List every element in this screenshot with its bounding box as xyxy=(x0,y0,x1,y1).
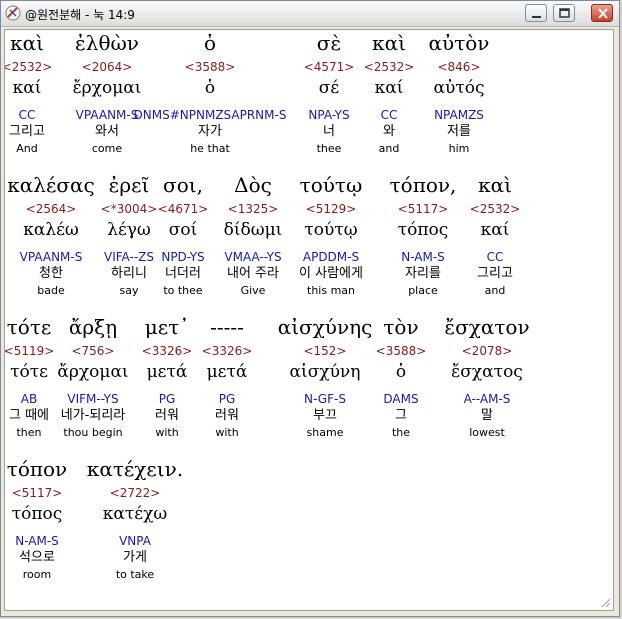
close-icon xyxy=(598,8,608,19)
greek-word: αὐτὸν xyxy=(428,31,490,55)
korean-gloss: 그리고 xyxy=(477,266,513,281)
morphology-code: CC xyxy=(486,250,504,264)
verse-line: τόπον <5117> τόπος N-AM-S 석으로 room κατέχειν. <2… xyxy=(5,456,613,596)
korean-gloss: 말 xyxy=(481,408,493,423)
english-gloss: him xyxy=(448,142,470,155)
minimize-icon xyxy=(532,16,541,18)
word-column[interactable]: ἔσχατον <2078> ἔσχατος A--AM-S 말 lowest xyxy=(437,314,537,454)
korean-gloss: 저를 xyxy=(447,124,471,139)
title-bar[interactable]: @원전분해 - 눅 14:9 xyxy=(1,1,619,27)
greek-word: ἔσχατον xyxy=(444,315,530,339)
strongs-number: <2078> xyxy=(461,344,513,358)
strongs-number: <2722> xyxy=(109,486,161,500)
resize-grip-icon[interactable] xyxy=(599,596,611,608)
greek-word: καὶ xyxy=(478,173,512,197)
strongs-number: <2532> xyxy=(469,202,521,216)
app-icon[interactable] xyxy=(5,5,21,21)
strongs-number: <846> xyxy=(437,60,481,74)
window-title: @원전분해 - 눅 14:9 xyxy=(25,8,135,22)
verse-line: τότε <5119> τότε AB 그 때에 then ἄρξῃ <756> ἄρχομαι… xyxy=(5,314,613,454)
morphology-code: VNPA xyxy=(119,534,151,548)
morphology-code: NPAMZS xyxy=(434,108,484,122)
analysis-view[interactable]: καὶ <2532> καί CC 그리고 And ἐλθὼν <2064> ἔρχομαι VP… xyxy=(4,29,614,611)
morphology-code: A--AM-S xyxy=(463,392,511,406)
verse-line: καὶ <2532> καί CC 그리고 And ἐλθὼν <2064> ἔρχομαι VP… xyxy=(5,30,613,170)
word-column[interactable]: αὐτὸν <846> αὐτός NPAMZS 저를 him xyxy=(414,30,504,170)
lemma: ἔσχατος xyxy=(451,362,523,382)
english-gloss: lowest xyxy=(469,426,505,439)
english-gloss: and xyxy=(484,284,506,297)
maximize-icon xyxy=(559,8,570,18)
lemma: καί xyxy=(480,220,510,240)
minimize-button[interactable] xyxy=(525,4,547,22)
verse-line: καλέσας <2564> καλέω VPAANM-S 청한 bade ἐρεῖ <*30… xyxy=(5,172,613,312)
word-column[interactable]: κατέχειν. <2722> κατέχω VNPA 가게 to take xyxy=(85,456,185,596)
lemma: αὐτός xyxy=(433,78,485,98)
english-gloss: to take xyxy=(115,568,155,581)
maximize-button[interactable] xyxy=(553,4,575,22)
app-window: @원전분해 - 눅 14:9 καὶ <2532> καί CC 그리고 And ἐλθὼν… xyxy=(0,0,620,617)
lemma: κατέχω xyxy=(102,504,168,524)
close-button[interactable] xyxy=(591,4,613,22)
korean-gloss: 가게 xyxy=(123,550,147,565)
word-column[interactable]: καὶ <2532> καί CC 그리고 and xyxy=(465,172,525,312)
greek-word: κατέχειν. xyxy=(86,457,184,481)
